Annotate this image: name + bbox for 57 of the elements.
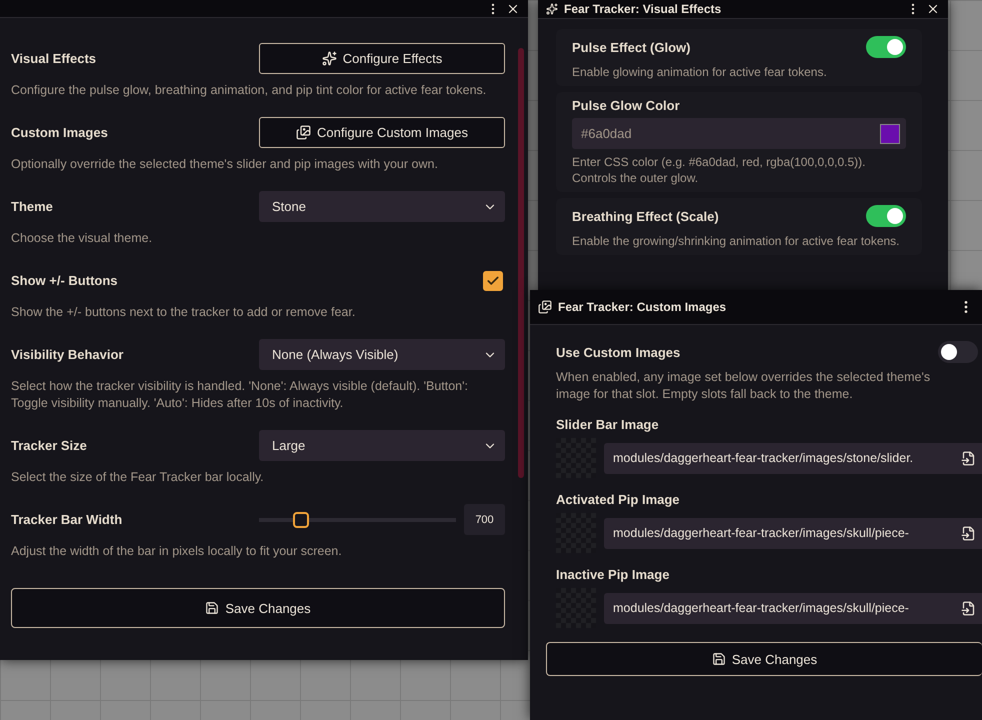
- setting-label: Breathing Effect (Scale): [572, 208, 719, 224]
- images-icon: [538, 300, 552, 314]
- configure-button[interactable]: Configure Effects: [259, 43, 505, 74]
- save-button[interactable]: Save Changes: [11, 588, 505, 628]
- setting-label: Tracker Bar Width: [11, 512, 122, 527]
- configure-button[interactable]: Configure Custom Images: [259, 117, 505, 148]
- window-title: Fear Tracker: Custom Images: [558, 300, 728, 314]
- setting-description: Enable glowing animation for active fear tokens.: [572, 64, 828, 80]
- setting-label: Use Custom Images: [556, 344, 680, 360]
- checkmark-icon: [486, 274, 500, 288]
- setting-label: Pulse Effect (Glow): [572, 40, 690, 54]
- save-icon: [712, 652, 726, 666]
- setting-description: Select the size of the Fear Tracker bar locally.: [11, 469, 265, 486]
- toggle-switch[interactable]: [938, 341, 978, 363]
- setting-description: Optionally override the selected theme's slider and pip images with your own.: [11, 156, 439, 173]
- dropdown[interactable]: Stone: [259, 191, 505, 222]
- window-title: Fear Tracker: Visual Effects: [564, 2, 722, 16]
- setting-label: Show +/- Buttons: [11, 273, 118, 288]
- setting-description: Enable the growing/shrinking animation for active fear tokens.: [572, 233, 901, 249]
- setting-label: Tracker Size: [11, 438, 87, 453]
- setting-description: Configure the pulse glow, breathing animation, and pip tint color for active fear tokens.: [11, 82, 488, 99]
- setting-description: Choose the visual theme.: [11, 230, 154, 247]
- setting-label: Activated Pip Image: [556, 492, 681, 507]
- save-icon: [205, 601, 220, 615]
- close-icon[interactable]: [926, 2, 940, 16]
- slider-thumb[interactable]: [293, 512, 310, 528]
- setting-description: Show the +/- buttons next to the tracker to add or remove fear.: [11, 304, 356, 321]
- file-picker-icon[interactable]: [961, 450, 976, 466]
- setting-description: When enabled, any image set below overrides the selected theme's image for that slot. Empty slots fall back to the theme.: [556, 369, 932, 403]
- setting-label: Visual Effects: [11, 51, 96, 66]
- setting-label: Theme: [11, 199, 53, 214]
- setting-description: Enter CSS color (e.g. #6a0dad, red, rgba(100,0,0,0.5)). Controls the outer glow.: [572, 154, 867, 186]
- file-picker-icon[interactable]: [961, 600, 976, 616]
- setting-label: Visibility Behavior: [11, 347, 124, 362]
- setting-description: Adjust the width of the bar in pixels locally to fit your screen.: [11, 543, 343, 560]
- color-swatch[interactable]: [880, 124, 900, 144]
- toggle-switch[interactable]: [866, 36, 906, 58]
- toggle-switch[interactable]: [866, 205, 906, 227]
- setting-label: Pulse Glow Color: [572, 98, 681, 113]
- slider-value: 700: [464, 504, 505, 535]
- scrollbar-thumb[interactable]: [518, 48, 524, 478]
- dropdown[interactable]: None (Always Visible): [259, 339, 505, 370]
- setting-label: Inactive Pip Image: [556, 567, 670, 582]
- image-path-field[interactable]: modules/daggerheart-fear-tracker/images/skull/piece-: [604, 592, 982, 624]
- checkbox[interactable]: [483, 270, 503, 290]
- setting-description: Select how the tracker visibility is handled. 'None': Always visible (default). 'Button': Toggle visibility manually. 'Auto': Hides after 10s of inactivity.: [11, 378, 469, 412]
- sparkles-icon: [322, 51, 337, 66]
- color-input-field[interactable]: #6a0dad: [572, 118, 906, 149]
- sparkles-icon: [546, 3, 558, 15]
- save-button[interactable]: Save Changes: [546, 642, 982, 676]
- image-path-field[interactable]: modules/daggerheart-fear-tracker/images/stone/slider.: [604, 442, 982, 474]
- file-picker-icon[interactable]: [961, 526, 976, 540]
- setting-label: Slider Bar Image: [556, 417, 660, 432]
- setting-label: Custom Images: [11, 125, 108, 140]
- image-path-field[interactable]: modules/daggerheart-fear-tracker/images/skull/piece-: [604, 518, 982, 548]
- dropdown[interactable]: Large: [259, 430, 505, 461]
- images-icon: [296, 125, 311, 140]
